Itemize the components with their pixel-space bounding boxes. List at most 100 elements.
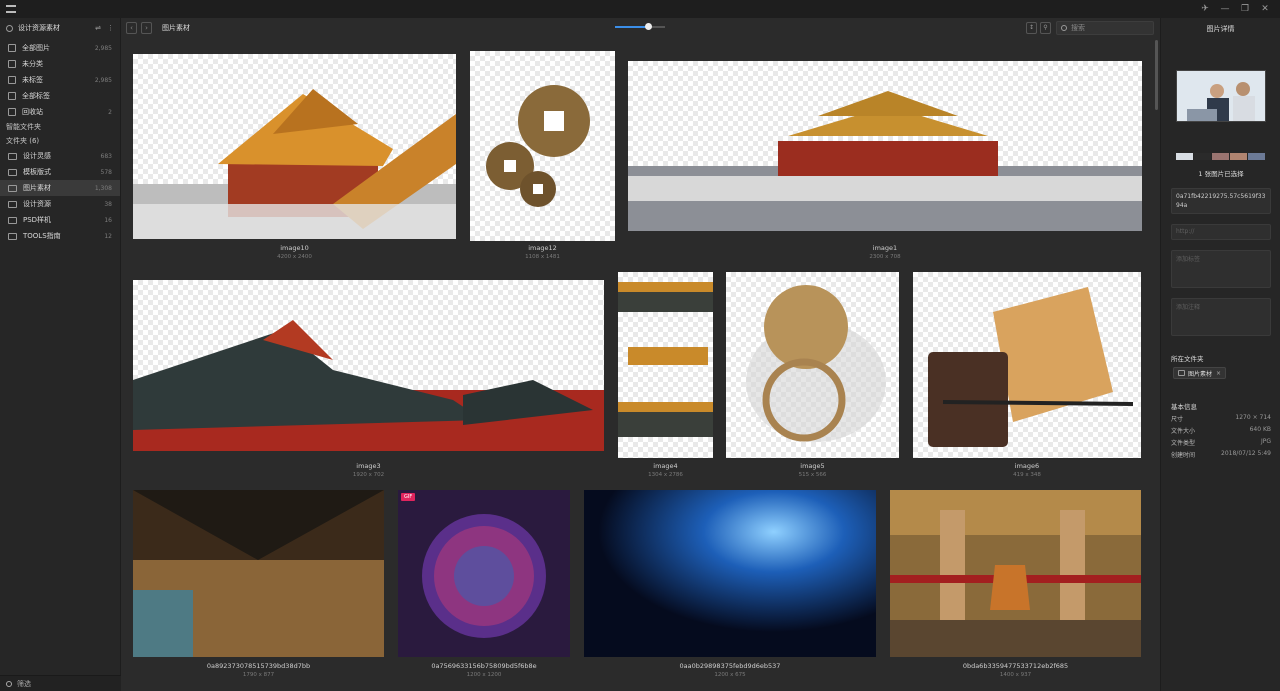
notes-field[interactable]: 添加注释 <box>1171 298 1271 336</box>
thumbnail-gif-sphere[interactable]: GIF <box>398 490 570 657</box>
nav-trash[interactable]: 回收站 2 <box>0 104 120 120</box>
thumbnail-image10[interactable] <box>133 54 456 239</box>
forward-button[interactable]: › <box>141 22 152 34</box>
palace-courtyard-image <box>628 91 1142 231</box>
trash-icon <box>8 108 16 116</box>
image-size: 515 x 566 <box>798 472 827 478</box>
info-file-size: 文件大小 640 KB <box>1171 426 1271 435</box>
red-wall-roofs-image <box>133 320 604 451</box>
color-swatch[interactable] <box>1176 153 1193 160</box>
coins-image <box>486 85 590 207</box>
uncategorized-icon <box>8 60 16 68</box>
folder-image-assets[interactable]: 图片素材 1,308 <box>0 180 120 196</box>
folder-label: 图片素材 <box>23 184 51 192</box>
color-swatch[interactable] <box>1212 153 1229 160</box>
thumbnail-image3[interactable] <box>133 280 604 451</box>
caption-image3: image3 1920 x 702 <box>133 462 604 478</box>
folder-templates[interactable]: 模板版式 578 <box>0 164 120 180</box>
sidebar: 设计资源素材 ⇌ ⋮ 全部图片 2,985 未分类 未标签 2,985 全部标签 回… <box>0 18 121 691</box>
color-swatch[interactable] <box>1230 153 1247 160</box>
library-name: 设计资源素材 <box>18 24 60 32</box>
scroll-brush-image <box>928 287 1134 447</box>
thumbnail-image6[interactable] <box>913 272 1141 458</box>
pin-icon[interactable]: ✈ <box>1198 2 1212 16</box>
image-size: 1790 x 877 <box>242 672 275 678</box>
library-icon <box>6 24 13 32</box>
images-icon <box>8 44 16 52</box>
image-size: 4200 x 2400 <box>277 254 312 260</box>
folder-design-resources[interactable]: 设计资源 38 <box>0 196 120 212</box>
close-icon[interactable]: ✕ <box>1258 2 1272 16</box>
maximize-icon[interactable]: ❐ <box>1238 2 1252 16</box>
filter-icon[interactable]: ⚲ <box>1040 22 1051 34</box>
folder-tools-guide[interactable]: TOOLS指南 12 <box>0 228 120 244</box>
color-swatch[interactable] <box>1248 153 1265 160</box>
nav-all-images[interactable]: 全部图片 2,985 <box>0 40 120 56</box>
thumbnail-image1[interactable] <box>628 61 1142 231</box>
smart-folders-header[interactable]: 智能文件夹 <box>0 120 120 134</box>
image-size: 1400 x 937 <box>999 672 1032 678</box>
folder-icon <box>8 168 17 176</box>
library-switcher[interactable]: 设计资源素材 ⇌ ⋮ <box>0 18 120 38</box>
nav-all-tags[interactable]: 全部标签 <box>0 88 120 104</box>
image-size: 1108 x 1481 <box>525 254 560 260</box>
folder-section-title: 所在文件夹 <box>1171 355 1204 363</box>
info-file-type: 文件类型 JPG <box>1171 438 1271 447</box>
ornate-hall-image <box>890 490 1141 657</box>
folder-design-inspiration[interactable]: 设计灵感 683 <box>0 148 120 164</box>
thumbnail-underwater[interactable] <box>584 490 876 657</box>
image-size: 1920 x 702 <box>352 472 385 478</box>
image-name: image4 <box>653 462 678 470</box>
menu-icon[interactable] <box>6 5 16 13</box>
nav-count: 2,985 <box>94 44 112 52</box>
image-name: image1 <box>872 244 898 252</box>
inspector-title: 图片详情 <box>1206 25 1235 33</box>
caption-image4: image4 1304 x 2786 <box>618 462 713 478</box>
thumbnail-hall[interactable] <box>890 490 1141 657</box>
sidebar-filter[interactable]: 筛选 <box>0 675 121 691</box>
folder-icon <box>8 200 17 208</box>
info-key: 创建时间 <box>1171 452 1196 459</box>
roof-eaves-image <box>618 282 713 437</box>
remove-icon[interactable]: × <box>1216 370 1221 377</box>
folder-psd-mockups[interactable]: PSD样机 16 <box>0 212 120 228</box>
nav-uncategorized[interactable]: 未分类 <box>0 56 120 72</box>
nav-untagged[interactable]: 未标签 2,985 <box>0 72 120 88</box>
folder-count: 12 <box>104 232 112 240</box>
thumbnail-skyscraper[interactable] <box>133 490 384 657</box>
tag-icon <box>8 92 16 100</box>
search-input[interactable]: 搜索 <box>1056 21 1154 35</box>
folder-icon <box>8 184 17 192</box>
id-field[interactable]: 0a71fb42219275.57c5619f3394a <box>1171 188 1271 214</box>
image-name: 0aa0b29898375febd9d6eb537 <box>679 662 781 670</box>
thumbnail-image12[interactable] <box>470 51 615 241</box>
caption-hall: 0bda6b3359477533712eb2f685 1400 x 937 <box>890 662 1141 678</box>
info-dimensions: 尺寸 1270 × 714 <box>1171 414 1271 423</box>
folder-label: 设计资源 <box>23 200 51 208</box>
zoom-slider[interactable] <box>615 23 665 30</box>
image-size: 1200 x 675 <box>714 672 746 678</box>
more-icon[interactable]: ⋮ <box>107 24 114 32</box>
nav-label: 全部图片 <box>22 44 50 52</box>
grid-scrollbar[interactable] <box>1155 40 1158 110</box>
minimize-icon[interactable]: — <box>1218 2 1232 16</box>
color-swatch[interactable] <box>1194 153 1211 160</box>
folder-count: 16 <box>104 216 112 224</box>
tags-field[interactable]: 添加标签 <box>1171 250 1271 288</box>
thumbnail-image4[interactable] <box>618 272 713 458</box>
collapse-icon[interactable]: ⇌ <box>95 24 101 32</box>
folder-chip[interactable]: 图片素材 × <box>1173 367 1227 379</box>
caption-image6: image6 419 x 348 <box>913 462 1141 478</box>
back-button[interactable]: ‹ <box>126 22 137 34</box>
image-size: 1200 x 1200 <box>466 672 502 678</box>
search-placeholder: 搜索 <box>1071 24 1085 32</box>
image-name: 0bda6b3359477533712eb2f685 <box>962 662 1069 670</box>
thumbnail-image5[interactable] <box>726 272 899 458</box>
sort-icon[interactable]: ↕ <box>1026 22 1037 34</box>
zoom-handle[interactable] <box>644 23 652 30</box>
url-field[interactable]: http:// <box>1171 224 1271 240</box>
selected-preview[interactable] <box>1176 70 1266 122</box>
folder-label: TOOLS指南 <box>23 232 61 240</box>
zoom-fill <box>615 26 648 28</box>
folders-header[interactable]: 文件夹 (6) <box>0 134 120 148</box>
